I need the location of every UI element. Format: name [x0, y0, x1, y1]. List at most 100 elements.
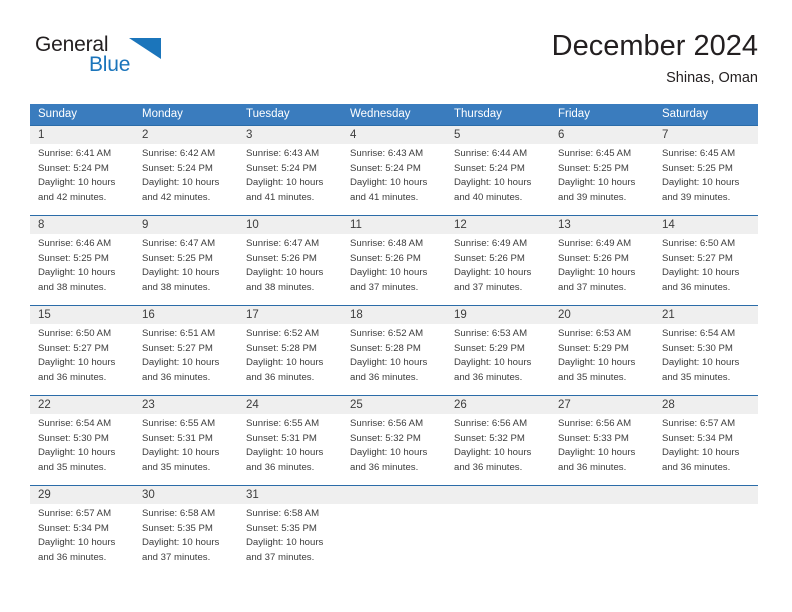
calendar-page: General Blue December 2024 Shinas, Oman … — [0, 0, 792, 612]
calendar-day-cell-empty — [654, 486, 758, 575]
calendar-day-cell[interactable]: 1 Sunrise: 6:41 AM Sunset: 5:24 PM Dayli… — [30, 126, 134, 215]
day-number: 8 — [30, 216, 134, 234]
calendar-week-row: 29 Sunrise: 6:57 AM Sunset: 5:34 PM Dayl… — [30, 485, 758, 575]
calendar-day-cell[interactable]: 13 Sunrise: 6:49 AM Sunset: 5:26 PM Dayl… — [550, 216, 654, 305]
day-number: 7 — [654, 126, 758, 144]
calendar-day-cell[interactable]: 2 Sunrise: 6:42 AM Sunset: 5:24 PM Dayli… — [134, 126, 238, 215]
calendar-day-cell[interactable]: 5 Sunrise: 6:44 AM Sunset: 5:24 PM Dayli… — [446, 126, 550, 215]
calendar-day-cell[interactable]: 19 Sunrise: 6:53 AM Sunset: 5:29 PM Dayl… — [446, 306, 550, 395]
daylight-text-line2: and 36 minutes. — [454, 371, 523, 383]
daylight-text-line1: Daylight: 10 hours — [662, 177, 740, 189]
general-blue-logo[interactable]: General Blue — [35, 33, 165, 81]
day-details: Sunrise: 6:54 AM Sunset: 5:30 PM Dayligh… — [654, 324, 758, 385]
daylight-text-line1: Daylight: 10 hours — [662, 267, 740, 279]
sunrise-text: Sunrise: 6:42 AM — [142, 148, 216, 159]
weekday-header-sunday: Sunday — [38, 108, 78, 120]
calendar-day-cell[interactable]: 7 Sunrise: 6:45 AM Sunset: 5:25 PM Dayli… — [654, 126, 758, 215]
sunrise-text: Sunrise: 6:53 AM — [454, 328, 528, 339]
daylight-text-line2: and 42 minutes. — [38, 191, 107, 203]
sunrise-text: Sunrise: 6:49 AM — [558, 238, 632, 249]
day-details: Sunrise: 6:49 AM Sunset: 5:26 PM Dayligh… — [446, 234, 550, 295]
sunset-text: Sunset: 5:32 PM — [454, 432, 525, 444]
day-details: Sunrise: 6:42 AM Sunset: 5:24 PM Dayligh… — [134, 144, 238, 205]
daylight-text-line1: Daylight: 10 hours — [454, 447, 532, 459]
title-block: December 2024 Shinas, Oman — [552, 28, 758, 89]
sunset-text: Sunset: 5:24 PM — [350, 162, 421, 174]
sunset-text: Sunset: 5:24 PM — [454, 162, 525, 174]
calendar-day-cell[interactable]: 30 Sunrise: 6:58 AM Sunset: 5:35 PM Dayl… — [134, 486, 238, 575]
calendar-day-cell[interactable]: 14 Sunrise: 6:50 AM Sunset: 5:27 PM Dayl… — [654, 216, 758, 305]
day-number: 19 — [446, 306, 550, 324]
day-details: Sunrise: 6:52 AM Sunset: 5:28 PM Dayligh… — [342, 324, 446, 385]
daylight-text-line2: and 36 minutes. — [558, 461, 627, 473]
sunrise-text: Sunrise: 6:45 AM — [662, 148, 736, 159]
calendar-day-cell[interactable]: 15 Sunrise: 6:50 AM Sunset: 5:27 PM Dayl… — [30, 306, 134, 395]
triangle-icon — [129, 38, 161, 59]
day-details: Sunrise: 6:50 AM Sunset: 5:27 PM Dayligh… — [30, 324, 134, 385]
sunrise-text: Sunrise: 6:50 AM — [662, 238, 736, 249]
day-number: 20 — [550, 306, 654, 324]
sunset-text: Sunset: 5:35 PM — [142, 522, 213, 534]
day-details: Sunrise: 6:56 AM Sunset: 5:32 PM Dayligh… — [446, 414, 550, 475]
calendar-day-cell[interactable]: 12 Sunrise: 6:49 AM Sunset: 5:26 PM Dayl… — [446, 216, 550, 305]
calendar-day-cell[interactable]: 6 Sunrise: 6:45 AM Sunset: 5:25 PM Dayli… — [550, 126, 654, 215]
calendar-day-cell[interactable]: 3 Sunrise: 6:43 AM Sunset: 5:24 PM Dayli… — [238, 126, 342, 215]
daylight-text-line2: and 38 minutes. — [246, 281, 315, 293]
calendar-day-cell[interactable]: 31 Sunrise: 6:58 AM Sunset: 5:35 PM Dayl… — [238, 486, 342, 575]
sunset-text: Sunset: 5:35 PM — [246, 522, 317, 534]
calendar-day-cell[interactable]: 9 Sunrise: 6:47 AM Sunset: 5:25 PM Dayli… — [134, 216, 238, 305]
daylight-text-line1: Daylight: 10 hours — [142, 357, 220, 369]
daylight-text-line1: Daylight: 10 hours — [558, 177, 636, 189]
calendar-day-cell[interactable]: 25 Sunrise: 6:56 AM Sunset: 5:32 PM Dayl… — [342, 396, 446, 485]
daylight-text-line1: Daylight: 10 hours — [246, 177, 324, 189]
daylight-text-line1: Daylight: 10 hours — [38, 357, 116, 369]
sunset-text: Sunset: 5:34 PM — [38, 522, 109, 534]
daylight-text-line1: Daylight: 10 hours — [246, 357, 324, 369]
day-number: 27 — [550, 396, 654, 414]
daylight-text-line1: Daylight: 10 hours — [350, 447, 428, 459]
daylight-text-line2: and 37 minutes. — [454, 281, 523, 293]
day-number: 5 — [446, 126, 550, 144]
day-details: Sunrise: 6:46 AM Sunset: 5:25 PM Dayligh… — [30, 234, 134, 295]
day-number: 10 — [238, 216, 342, 234]
sunset-text: Sunset: 5:34 PM — [662, 432, 733, 444]
daylight-text-line1: Daylight: 10 hours — [142, 267, 220, 279]
daylight-text-line1: Daylight: 10 hours — [454, 267, 532, 279]
calendar-day-cell[interactable]: 27 Sunrise: 6:56 AM Sunset: 5:33 PM Dayl… — [550, 396, 654, 485]
calendar-week-row: 8 Sunrise: 6:46 AM Sunset: 5:25 PM Dayli… — [30, 215, 758, 305]
calendar-day-cell[interactable]: 21 Sunrise: 6:54 AM Sunset: 5:30 PM Dayl… — [654, 306, 758, 395]
calendar-day-cell[interactable]: 16 Sunrise: 6:51 AM Sunset: 5:27 PM Dayl… — [134, 306, 238, 395]
daylight-text-line2: and 36 minutes. — [662, 461, 731, 473]
day-number: 15 — [30, 306, 134, 324]
calendar-day-cell[interactable]: 23 Sunrise: 6:55 AM Sunset: 5:31 PM Dayl… — [134, 396, 238, 485]
calendar-day-cell[interactable]: 28 Sunrise: 6:57 AM Sunset: 5:34 PM Dayl… — [654, 396, 758, 485]
calendar-day-cell-empty — [446, 486, 550, 575]
calendar-day-cell[interactable]: 22 Sunrise: 6:54 AM Sunset: 5:30 PM Dayl… — [30, 396, 134, 485]
calendar-day-cell[interactable]: 17 Sunrise: 6:52 AM Sunset: 5:28 PM Dayl… — [238, 306, 342, 395]
calendar-day-cell[interactable]: 8 Sunrise: 6:46 AM Sunset: 5:25 PM Dayli… — [30, 216, 134, 305]
sunrise-text: Sunrise: 6:48 AM — [350, 238, 424, 249]
calendar-day-cell[interactable]: 18 Sunrise: 6:52 AM Sunset: 5:28 PM Dayl… — [342, 306, 446, 395]
weekday-header-wednesday: Wednesday — [350, 108, 411, 120]
calendar-day-cell[interactable]: 20 Sunrise: 6:53 AM Sunset: 5:29 PM Dayl… — [550, 306, 654, 395]
calendar-day-cell[interactable]: 4 Sunrise: 6:43 AM Sunset: 5:24 PM Dayli… — [342, 126, 446, 215]
sunrise-text: Sunrise: 6:58 AM — [142, 508, 216, 519]
calendar-day-cell[interactable]: 10 Sunrise: 6:47 AM Sunset: 5:26 PM Dayl… — [238, 216, 342, 305]
day-number: 29 — [30, 486, 134, 504]
calendar-day-cell[interactable]: 24 Sunrise: 6:55 AM Sunset: 5:31 PM Dayl… — [238, 396, 342, 485]
sunrise-text: Sunrise: 6:47 AM — [142, 238, 216, 249]
calendar-day-cell[interactable]: 26 Sunrise: 6:56 AM Sunset: 5:32 PM Dayl… — [446, 396, 550, 485]
calendar-day-cell[interactable]: 11 Sunrise: 6:48 AM Sunset: 5:26 PM Dayl… — [342, 216, 446, 305]
calendar-day-cell[interactable]: 29 Sunrise: 6:57 AM Sunset: 5:34 PM Dayl… — [30, 486, 134, 575]
day-details: Sunrise: 6:43 AM Sunset: 5:24 PM Dayligh… — [238, 144, 342, 205]
sunrise-text: Sunrise: 6:55 AM — [142, 418, 216, 429]
daylight-text-line2: and 36 minutes. — [142, 371, 211, 383]
daylight-text-line1: Daylight: 10 hours — [350, 177, 428, 189]
sunset-text: Sunset: 5:28 PM — [350, 342, 421, 354]
day-details: Sunrise: 6:47 AM Sunset: 5:25 PM Dayligh… — [134, 234, 238, 295]
daylight-text-line2: and 37 minutes. — [142, 551, 211, 563]
sunset-text: Sunset: 5:32 PM — [350, 432, 421, 444]
sunset-text: Sunset: 5:26 PM — [454, 252, 525, 264]
sunrise-text: Sunrise: 6:45 AM — [558, 148, 632, 159]
daylight-text-line1: Daylight: 10 hours — [246, 537, 324, 549]
